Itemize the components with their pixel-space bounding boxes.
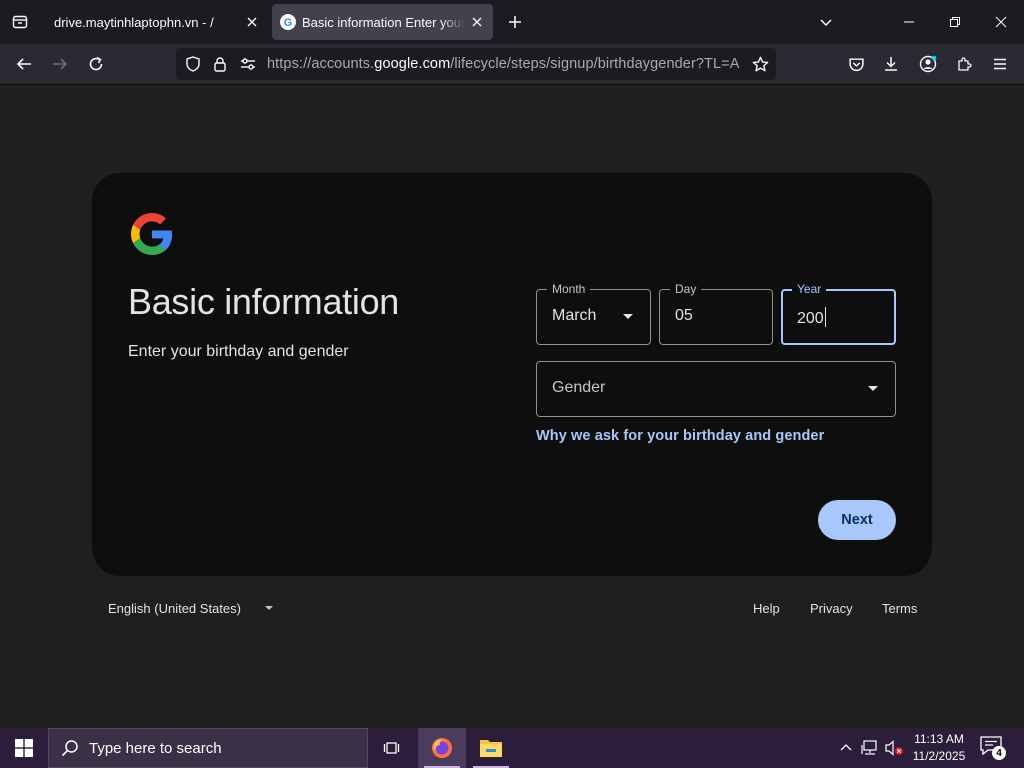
star-bookmark-icon[interactable] <box>750 54 770 74</box>
permissions-icon[interactable] <box>238 54 258 74</box>
page-content: Basic information Enter your birthday an… <box>0 85 1024 728</box>
dropdown-caret-icon <box>623 314 633 319</box>
day-input[interactable]: Day 05 <box>659 281 773 345</box>
tab-title: drive.maytinhlaptophn.vn - / <box>54 14 214 30</box>
url-text[interactable]: https://accounts.google.com/lifecycle/st… <box>267 56 739 72</box>
notification-count-badge: 4 <box>992 746 1006 760</box>
address-bar[interactable]: https://accounts.google.com/lifecycle/st… <box>176 48 776 80</box>
day-label: Day <box>670 281 702 297</box>
tab-basic-information[interactable]: G Basic information Enter your birthday … <box>272 4 493 40</box>
why-we-ask-link[interactable]: Why we ask for your birthday and gender <box>536 428 824 444</box>
forward-arrow-icon[interactable] <box>48 52 72 76</box>
notification-center-icon[interactable]: 4 <box>980 736 1006 760</box>
download-icon[interactable] <box>879 52 903 76</box>
shield-icon[interactable] <box>183 54 203 74</box>
system-clock[interactable]: 11:13 AM 11/2/2025 <box>906 731 972 765</box>
chevron-up-icon[interactable] <box>836 738 856 758</box>
firefox-app-icon[interactable] <box>418 728 466 768</box>
terms-link[interactable]: Terms <box>882 601 917 616</box>
windows-taskbar: Type here to search 11:13 AM 11/2/2025 4 <box>0 728 1024 768</box>
year-label: Year <box>792 281 827 297</box>
signup-card: Basic information Enter your birthday an… <box>92 173 932 576</box>
url-prefix: https://accounts. <box>267 56 375 72</box>
task-view-icon[interactable] <box>368 728 416 768</box>
minimize-icon[interactable] <box>886 0 932 44</box>
back-arrow-icon[interactable] <box>12 52 36 76</box>
search-icon <box>61 740 78 757</box>
clock-date: 11/2/2025 <box>912 749 966 763</box>
network-icon[interactable] <box>860 738 880 758</box>
search-placeholder: Type here to search <box>89 739 222 757</box>
year-input[interactable]: Year 200 <box>781 281 896 345</box>
svg-text:G: G <box>284 17 293 29</box>
windows-start-icon[interactable] <box>0 728 48 768</box>
clock-time: 11:13 AM <box>914 732 964 746</box>
day-value: 05 <box>675 307 693 324</box>
url-path: /lifecycle/steps/signup/birthdaygender?T… <box>450 56 739 72</box>
gender-select[interactable]: Gender <box>536 361 896 417</box>
pocket-icon[interactable] <box>844 52 868 76</box>
month-select[interactable]: Month March <box>536 281 651 345</box>
file-explorer-icon[interactable] <box>467 728 515 768</box>
tab-bar: drive.maytinhlaptophn.vn - / G Basic inf… <box>0 0 1024 44</box>
list-all-tabs-icon[interactable] <box>8 10 32 34</box>
new-tab-icon[interactable] <box>503 10 527 34</box>
taskbar-search-box[interactable]: Type here to search <box>48 728 368 768</box>
privacy-link[interactable]: Privacy <box>810 601 853 616</box>
dropdown-caret-icon <box>868 386 878 391</box>
reload-icon[interactable] <box>84 52 108 76</box>
account-icon[interactable] <box>916 52 940 76</box>
page-subtitle: Enter your birthday and gender <box>128 343 349 360</box>
language-caret-icon[interactable] <box>265 606 273 610</box>
tab-title: Basic information Enter your birthday an… <box>302 14 465 30</box>
year-value-wrap: 200 <box>797 307 826 328</box>
chevron-down-icon[interactable] <box>814 10 838 34</box>
year-value: 200 <box>797 310 824 327</box>
restore-icon[interactable] <box>932 0 978 44</box>
hamburger-menu-icon[interactable] <box>988 52 1012 76</box>
help-link[interactable]: Help <box>753 601 780 616</box>
gender-placeholder: Gender <box>552 379 606 396</box>
lock-icon[interactable] <box>210 54 230 74</box>
close-window-icon[interactable] <box>978 0 1024 44</box>
google-logo-icon <box>131 213 173 255</box>
text-cursor <box>824 307 826 327</box>
page-title: Basic information <box>128 281 400 322</box>
close-tab-icon[interactable] <box>465 10 489 34</box>
next-button[interactable]: Next <box>818 500 896 540</box>
url-domain: google.com <box>374 56 451 72</box>
volume-muted-icon[interactable] <box>884 738 904 758</box>
month-value: March <box>552 307 597 324</box>
google-favicon-icon: G <box>280 14 296 30</box>
month-label: Month <box>547 281 591 297</box>
close-tab-icon[interactable] <box>240 10 264 34</box>
tab-drive[interactable]: drive.maytinhlaptophn.vn - / <box>42 4 268 40</box>
navigation-toolbar: https://accounts.google.com/lifecycle/st… <box>0 44 1024 85</box>
language-selector[interactable]: English (United States) <box>108 601 241 616</box>
extensions-icon[interactable] <box>952 52 976 76</box>
